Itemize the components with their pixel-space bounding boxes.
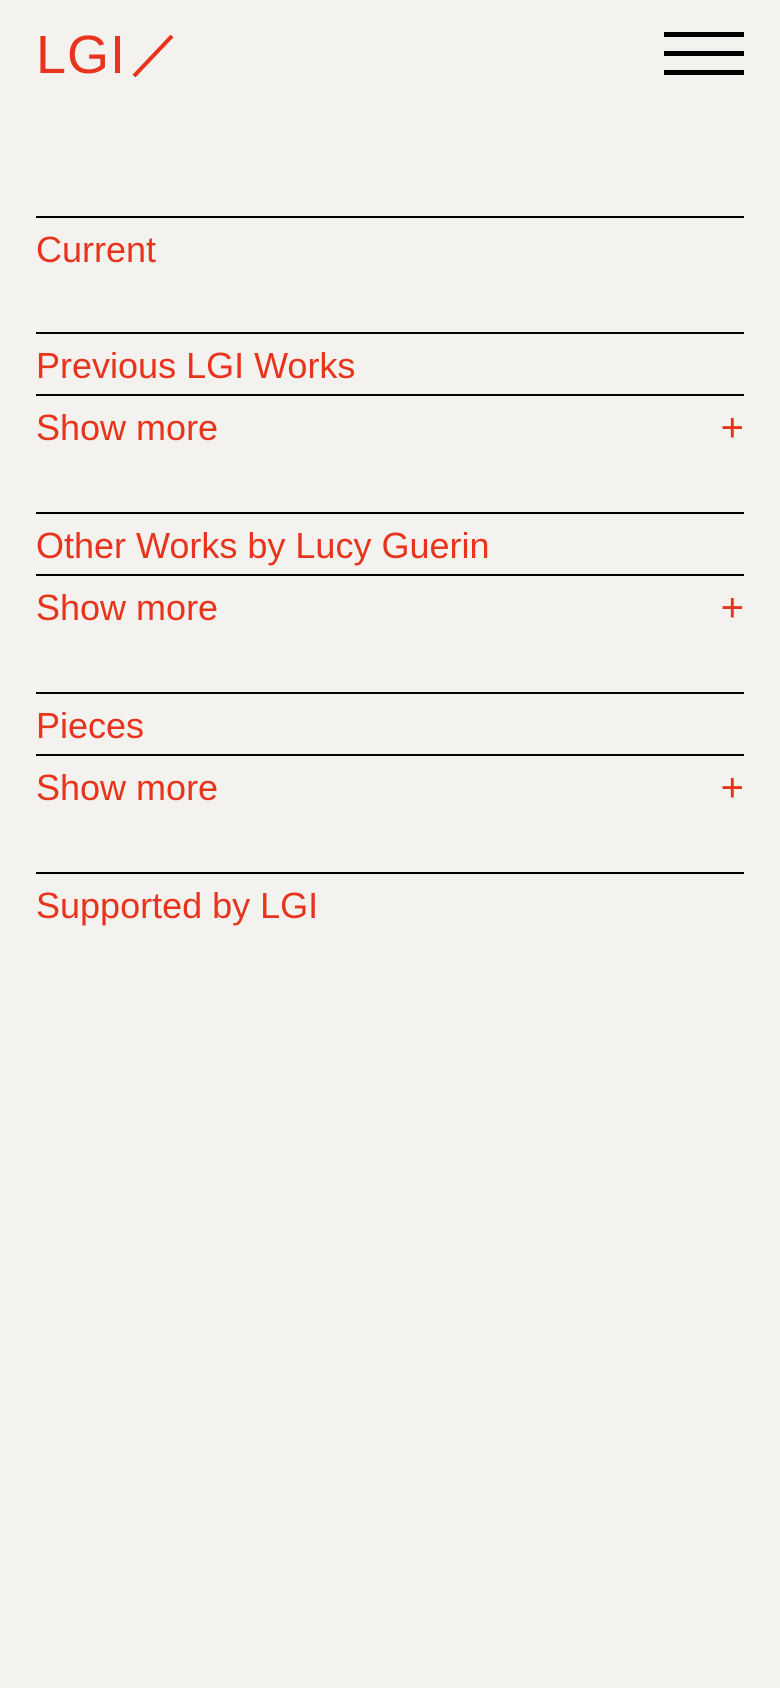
logo-link[interactable]: LGI: [36, 28, 174, 82]
show-more-label: Show more: [36, 407, 219, 448]
section-previous-lgi-works: Previous LGI Works Show more +: [36, 332, 744, 512]
show-more-label: Show more: [36, 587, 219, 628]
show-more-button[interactable]: Show more +: [36, 394, 744, 450]
section-title: Supported by LGI: [36, 885, 319, 926]
show-more-button[interactable]: Show more +: [36, 574, 744, 630]
section-title: Previous LGI Works: [36, 345, 356, 386]
plus-icon: +: [720, 766, 744, 810]
works-sections: Current Previous LGI Works Show more + O…: [36, 216, 744, 988]
show-more-label: Show more: [36, 767, 219, 808]
logo-slash-icon: [132, 34, 174, 78]
menu-bar: [664, 51, 744, 56]
section-current: Current: [36, 216, 744, 332]
plus-icon: +: [720, 406, 744, 450]
section-title: Pieces: [36, 705, 145, 746]
menu-bar: [664, 70, 744, 75]
hamburger-menu-icon[interactable]: [664, 32, 744, 76]
plus-icon: +: [720, 586, 744, 630]
section-other-works: Other Works by Lucy Guerin Show more +: [36, 512, 744, 692]
site-header: LGI: [36, 26, 744, 86]
section-pieces: Pieces Show more +: [36, 692, 744, 872]
section-title: Current: [36, 229, 157, 270]
show-more-button[interactable]: Show more +: [36, 754, 744, 810]
section-title: Other Works by Lucy Guerin: [36, 525, 490, 566]
section-supported-by-lgi: Supported by LGI: [36, 872, 744, 988]
menu-bar: [664, 32, 744, 37]
logo-text: LGI: [36, 25, 127, 85]
